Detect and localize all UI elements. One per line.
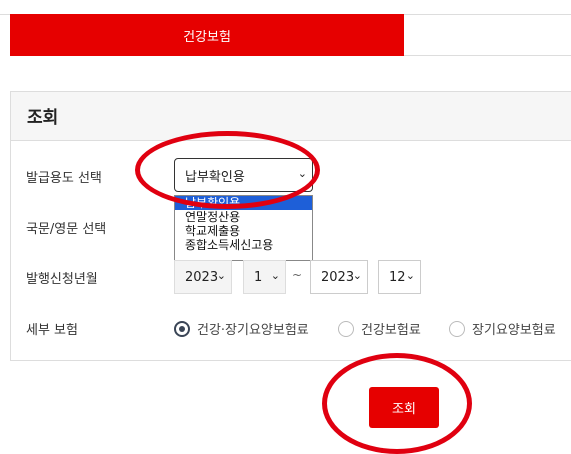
purpose-dropdown-list: 납부확인용 연말정산용 학교제출용 종합소득세신고용 <box>174 195 313 261</box>
radio-label: 장기요양보험료 <box>472 323 556 338</box>
chevron-down-icon: ⌄ <box>216 269 226 282</box>
purpose-select[interactable]: 납부확인용 ⌄ <box>174 158 313 192</box>
chevron-down-icon: ⌄ <box>405 269 415 282</box>
from-year-select[interactable]: 2023 ⌄ <box>174 260 232 294</box>
from-year-value: 2023 <box>185 269 219 285</box>
radio-label: 건강·장기요양보험료 <box>197 323 309 338</box>
from-month-value: 1 <box>254 269 263 285</box>
to-month-select[interactable]: 12 ⌄ <box>378 260 421 294</box>
radio-label: 건강보험료 <box>361 323 421 338</box>
chevron-down-icon: ⌄ <box>270 269 280 282</box>
dropdown-option[interactable]: 학교제출용 <box>175 224 312 238</box>
to-year-select[interactable]: 2023 ⌄ <box>310 260 368 294</box>
search-button[interactable]: 조회 <box>369 387 439 428</box>
radio-longterm[interactable]: 장기요양보험료 <box>449 319 556 338</box>
tab-bar: 건강보험 <box>10 14 571 56</box>
dropdown-option[interactable]: 납부확인용 <box>175 196 312 210</box>
panel-header: 조회 <box>11 92 571 141</box>
tab-health-insurance[interactable]: 건강보험 <box>10 14 404 56</box>
purpose-select-value: 납부확인용 <box>185 169 245 185</box>
period-separator: ~ <box>292 268 303 282</box>
language-label: 국문/영문 선택 <box>26 222 107 237</box>
panel-title: 조회 <box>27 108 59 128</box>
period-label: 발행신청년월 <box>26 272 98 287</box>
chevron-down-icon: ⌄ <box>297 167 307 180</box>
radio-unchecked-icon <box>338 320 354 337</box>
radio-unchecked-icon <box>449 320 465 337</box>
purpose-label: 발급용도 선택 <box>26 171 102 186</box>
to-year-value: 2023 <box>321 269 355 285</box>
radio-checked-icon <box>174 320 190 337</box>
radio-health-longterm[interactable]: 건강·장기요양보험료 <box>174 319 309 338</box>
from-month-select[interactable]: 1 ⌄ <box>243 260 286 294</box>
to-month-value: 12 <box>389 269 406 285</box>
chevron-down-icon: ⌄ <box>352 269 362 282</box>
radio-health[interactable]: 건강보험료 <box>338 319 421 338</box>
detail-insurance-label: 세부 보험 <box>26 323 78 338</box>
dropdown-option[interactable]: 종합소득세신고용 <box>175 238 312 252</box>
dropdown-option[interactable]: 연말정산용 <box>175 210 312 224</box>
